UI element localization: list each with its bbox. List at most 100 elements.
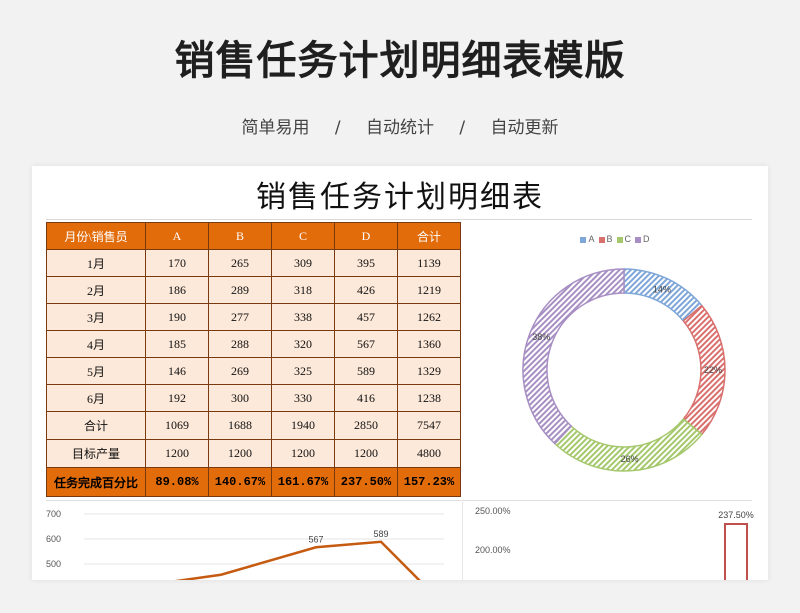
line-series-D[interactable] [106,540,424,580]
value-cell[interactable]: 288 [208,330,272,358]
table-row: 4月 185 288 320 567 1360 [46,330,461,358]
value-cell[interactable]: 1360 [397,330,461,358]
value-cell[interactable]: 1200 [334,439,398,468]
sales-table: 月份\销售员 A B C D 合计 1月 170 265 309 395 1139 2月 18… [46,222,461,497]
title-divider [46,219,752,220]
value-cell[interactable]: 1069 [145,411,209,440]
value-cell[interactable]: 1329 [397,357,461,385]
header-cell[interactable]: D [334,222,398,250]
value-cell[interactable]: 1200 [208,439,272,468]
table-row: 6月 192 300 330 416 1238 [46,384,461,412]
table-row: 2月 186 289 318 426 1219 [46,276,461,304]
table-row: 1月 170 265 309 395 1139 [46,249,461,277]
subtitle-item: 自动统计 [366,118,434,138]
value-cell[interactable]: 320 [271,330,335,358]
value-cell[interactable]: 1219 [397,276,461,304]
value-cell[interactable]: 426 [334,276,398,304]
line-y-tick: 600 [46,534,61,544]
bar-chart: 250.00% 200.00% 237.50% [462,502,763,580]
row-label-cell[interactable]: 5月 [46,357,146,385]
value-cell[interactable]: 1940 [271,411,335,440]
header-cell[interactable]: B [208,222,272,250]
row-label-cell[interactable]: 4月 [46,330,146,358]
value-cell[interactable]: 277 [208,303,272,331]
row-label-cell[interactable]: 2月 [46,276,146,304]
value-cell[interactable]: 190 [145,303,209,331]
row-label-cell[interactable]: 3月 [46,303,146,331]
table-row: 3月 190 277 338 457 1262 [46,303,461,331]
value-cell[interactable]: 330 [271,384,335,412]
value-cell[interactable]: 157.23% [397,467,461,497]
line-data-label: 567 [308,534,323,544]
row-label-cell[interactable]: 任务完成百分比 [46,467,146,497]
row-label-cell[interactable]: 6月 [46,384,146,412]
value-cell[interactable]: 4800 [397,439,461,468]
value-cell[interactable]: 161.67% [271,467,335,497]
donut-slice-A[interactable] [623,268,703,322]
value-cell[interactable]: 170 [145,249,209,277]
donut-svg: 14% 22% 26% 38% [522,268,726,472]
value-cell[interactable]: 289 [208,276,272,304]
line-y-tick: 700 [46,509,61,519]
value-cell[interactable]: 589 [334,357,398,385]
value-cell[interactable]: 1139 [397,249,461,277]
value-cell[interactable]: 186 [145,276,209,304]
legend-label: D [643,234,650,244]
value-cell[interactable]: 2850 [334,411,398,440]
percentage-row: 任务完成百分比 89.08% 140.67% 161.67% 237.50% 157.23… [46,467,461,497]
donut-chart: A B C D 14% 22% 26% 38% [468,222,762,498]
line-svg: 700 600 500 567 589 [46,509,444,580]
value-cell[interactable]: 185 [145,330,209,358]
value-cell[interactable]: 300 [208,384,272,412]
value-cell[interactable]: 395 [334,249,398,277]
value-cell[interactable]: 1200 [145,439,209,468]
spreadsheet-preview: 销售任务计划明细表 月份\销售员 A B C D 合计 1月 170 265 309 3… [32,166,768,580]
value-cell[interactable]: 318 [271,276,335,304]
donut-data-label: 38% [532,332,550,342]
bar-D[interactable] [724,523,748,580]
row-label-cell[interactable]: 1月 [46,249,146,277]
value-cell[interactable]: 7547 [397,411,461,440]
value-cell[interactable]: 1200 [271,439,335,468]
value-cell[interactable]: 140.67% [208,467,272,497]
value-cell[interactable]: 567 [334,330,398,358]
legend-swatch [580,236,587,243]
value-cell[interactable]: 416 [334,384,398,412]
subtitle-separator: / [459,118,466,138]
value-cell[interactable]: 1688 [208,411,272,440]
value-cell[interactable]: 457 [334,303,398,331]
bar-data-label: 237.50% [718,510,754,520]
header-cell[interactable]: C [271,222,335,250]
legend-label: B [606,234,613,244]
legend-swatch [635,236,642,243]
header-cell[interactable]: A [145,222,209,250]
total-row: 合计 1069 1688 1940 2850 7547 [46,411,461,440]
legend-item: C [616,234,633,244]
row-label-cell[interactable]: 目标产量 [46,439,146,468]
line-data-label: 589 [373,529,388,539]
page-title: 销售任务计划明细表模版 [174,38,626,84]
bar-y-tick: 200.00% [475,545,511,555]
value-cell[interactable]: 192 [145,384,209,412]
line-chart: 700 600 500 567 589 [46,504,448,580]
legend-swatch [616,236,623,243]
value-cell[interactable]: 325 [271,357,335,385]
row-label-cell[interactable]: 合计 [46,411,146,440]
value-cell[interactable]: 146 [145,357,209,385]
value-cell[interactable]: 89.08% [145,467,209,497]
header-cell[interactable]: 合计 [397,222,461,250]
value-cell[interactable]: 309 [271,249,335,277]
value-cell[interactable]: 1262 [397,303,461,331]
value-cell[interactable]: 1238 [397,384,461,412]
value-cell[interactable]: 338 [271,303,335,331]
value-cell[interactable]: 265 [208,249,272,277]
subtitle-separator: / [334,118,341,138]
header-row: 月份\销售员 A B C D 合计 [46,222,461,250]
target-row: 目标产量 1200 1200 1200 1200 4800 [46,439,461,468]
value-cell[interactable]: 269 [208,357,272,385]
chart-legend: A B C D [468,234,762,244]
donut-slice-D[interactable] [522,268,625,445]
header-cell[interactable]: 月份\销售员 [46,222,146,250]
subtitle-item: 简单易用 [241,118,310,138]
value-cell[interactable]: 237.50% [334,467,398,497]
